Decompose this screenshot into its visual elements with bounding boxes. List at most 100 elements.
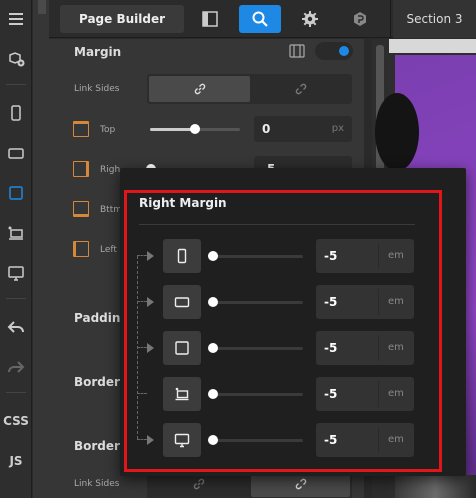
search-icon[interactable]	[239, 5, 281, 33]
margin-top-value: 0	[262, 122, 271, 136]
add-block-icon[interactable]	[0, 44, 32, 74]
gear-icon[interactable]	[289, 5, 331, 33]
margin-toggle[interactable]	[315, 42, 353, 60]
responsive-row-laptop: -5 em	[120, 377, 466, 411]
right-margin-popup: Right Margin -5 em -5 em -5 em -5 em -5 …	[120, 168, 466, 476]
tablet-slider-knob[interactable]	[208, 343, 218, 353]
tablet-device-icon[interactable]	[0, 178, 32, 208]
desktop-device-icon[interactable]	[0, 258, 32, 288]
tablet-icon	[175, 341, 189, 355]
margin-right-icon	[73, 161, 89, 177]
js-label: JS	[9, 454, 23, 468]
inherit-connector-line	[137, 256, 138, 439]
margin-bottom-icon	[73, 201, 89, 217]
link-icon	[194, 83, 205, 95]
left-icon-rail: CSS JS	[0, 0, 32, 498]
desktop-slider[interactable]	[213, 439, 303, 442]
responsive-row-tablet: -5 em	[120, 331, 466, 365]
laptop-slider-knob[interactable]	[208, 389, 218, 399]
laptop-device-icon[interactable]	[0, 218, 32, 248]
margin-section-title: Margin	[74, 45, 122, 59]
responsive-device-icon[interactable]	[289, 44, 305, 58]
mobile-landscape-value: -5	[324, 295, 338, 309]
margin-top-icon	[73, 121, 89, 137]
mobile-landscape-unit: em	[388, 296, 404, 307]
mobile-landscape-slider[interactable]	[213, 301, 303, 304]
margin-top-slider-knob[interactable]	[190, 124, 200, 134]
inherit-arrow-icon	[147, 435, 154, 445]
mobile-unit: em	[388, 250, 404, 261]
desktop-value: -5	[324, 433, 338, 447]
mobile-landscape-device-button[interactable]	[163, 285, 201, 319]
preview-image	[395, 475, 476, 498]
border-section-title[interactable]: Border	[74, 375, 120, 389]
tablet-device-button[interactable]	[163, 331, 201, 365]
responsive-row-mobile-landscape: -5 em	[120, 285, 466, 319]
tab-section-3[interactable]: Section 3	[393, 0, 476, 38]
tablet-slider[interactable]	[213, 347, 303, 350]
link-sides-segmented	[147, 74, 352, 104]
laptop-value-input[interactable]: -5 em	[316, 377, 414, 411]
mobile-device-button[interactable]	[163, 239, 201, 273]
responsive-row-desktop: -5 em	[120, 423, 466, 457]
laptop-slider[interactable]	[213, 393, 303, 396]
panel-gutter	[33, 0, 49, 498]
js-editor-button[interactable]: JS	[0, 446, 32, 476]
inherit-arrow-icon	[147, 343, 154, 353]
link-icon	[193, 478, 204, 490]
mobile-icon	[177, 248, 187, 264]
redo-icon[interactable]	[0, 352, 32, 382]
laptop-unit: em	[388, 388, 404, 399]
unlink-icon	[295, 83, 306, 95]
margin-top-unit: px	[331, 123, 344, 134]
border-link-sides-label: Link Sides	[74, 479, 120, 489]
desktop-device-button[interactable]	[163, 423, 201, 457]
tablet-value-input[interactable]: -5 em	[316, 331, 414, 365]
gutter-handle	[38, 0, 46, 14]
css-label: CSS	[3, 414, 29, 428]
tablet-unit: em	[388, 342, 404, 353]
link-sides-unlinked-button[interactable]	[251, 76, 350, 102]
inherit-arrow-icon	[147, 251, 154, 261]
laptop-device-button[interactable]	[163, 377, 201, 411]
page-builder-label: Page Builder	[78, 12, 166, 26]
mobile-landscape-value-input[interactable]: -5 em	[316, 285, 414, 319]
margin-top-label: Top	[100, 125, 116, 135]
top-toolbar: Page Builder Section 3	[49, 0, 476, 38]
panel-layout-icon[interactable]	[189, 5, 231, 33]
tablet-value: -5	[324, 341, 338, 355]
unlink-icon	[295, 478, 306, 490]
margin-left-label: Left	[100, 245, 117, 255]
inherit-arrow-icon	[147, 297, 154, 307]
laptop-icon	[175, 387, 189, 401]
page-builder-button[interactable]: Page Builder	[60, 5, 184, 33]
section-tab-label: Section 3	[406, 12, 463, 26]
margin-left-icon	[73, 241, 89, 257]
mobile-value: -5	[324, 249, 338, 263]
desktop-unit: em	[388, 434, 404, 445]
mobile-value-input[interactable]: -5 em	[316, 239, 414, 273]
popup-title: Right Margin	[139, 196, 227, 210]
desktop-icon	[174, 433, 190, 448]
mobile-slider-knob[interactable]	[208, 251, 218, 261]
margin-top-input[interactable]: 0 px	[254, 116, 352, 142]
undo-icon[interactable]	[0, 312, 32, 342]
mobile-landscape-slider-knob[interactable]	[208, 297, 218, 307]
css-editor-button[interactable]: CSS	[0, 406, 32, 436]
desktop-slider-knob[interactable]	[208, 435, 218, 445]
margin-bottom-label: Bttm	[100, 205, 122, 215]
laptop-value: -5	[324, 387, 338, 401]
mobile-device-icon[interactable]	[0, 98, 32, 128]
mobile-landscape-device-icon[interactable]	[0, 138, 32, 168]
preview-ruler	[389, 39, 476, 53]
responsive-row-mobile: -5 em	[120, 239, 466, 273]
link-sides-label: Link Sides	[74, 84, 120, 94]
plugin-hexagon-icon[interactable]	[339, 5, 381, 33]
hamburger-menu-icon[interactable]	[0, 4, 32, 34]
link-sides-linked-button[interactable]	[149, 76, 250, 102]
desktop-value-input[interactable]: -5 em	[316, 423, 414, 457]
preview-dark-shape	[375, 93, 419, 171]
margin-right-label: Righ	[100, 165, 121, 175]
mobile-landscape-icon	[174, 297, 190, 308]
mobile-slider[interactable]	[213, 255, 303, 258]
